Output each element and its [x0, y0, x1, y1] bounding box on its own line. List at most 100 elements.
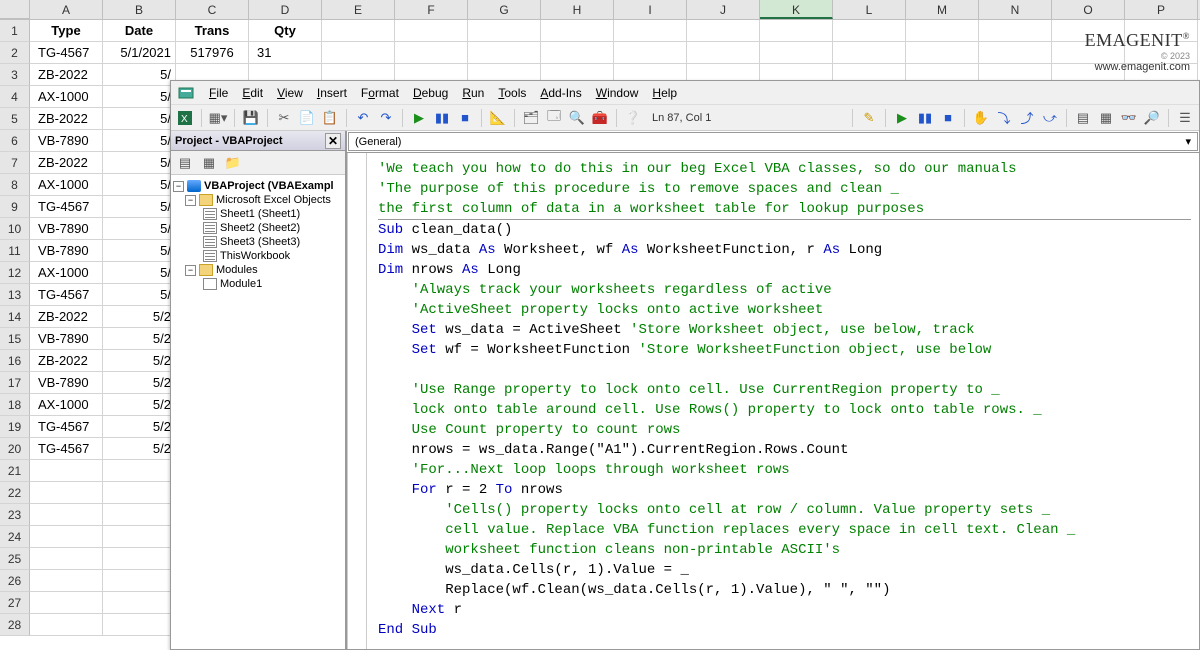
row-header[interactable]: 28 [0, 614, 30, 636]
cell[interactable]: 5/ [103, 262, 176, 284]
row-header[interactable]: 14 [0, 306, 30, 328]
cell[interactable]: ZB-2022 [30, 306, 103, 328]
immediate-icon[interactable]: ▦ [1096, 108, 1116, 128]
cell[interactable]: TG-4567 [30, 196, 103, 218]
column-header[interactable]: N [979, 0, 1052, 19]
break-icon[interactable]: ▮▮ [432, 108, 452, 128]
cell[interactable]: 5/ [103, 240, 176, 262]
menu-help[interactable]: Help [652, 86, 677, 100]
undo-icon[interactable]: ↶ [353, 108, 373, 128]
cell[interactable] [687, 42, 760, 64]
cell[interactable] [30, 482, 103, 504]
view-code-icon[interactable]: ▤ [175, 153, 195, 173]
cell[interactable] [395, 42, 468, 64]
toggle-folders-icon[interactable]: 📁 [223, 153, 243, 173]
step-over-icon[interactable]: ⤴ [1017, 108, 1037, 128]
cell[interactable]: ZB-2022 [30, 152, 103, 174]
debug-stop-icon[interactable]: ■ [938, 108, 958, 128]
cell[interactable]: ZB-2022 [30, 108, 103, 130]
row-header[interactable]: 24 [0, 526, 30, 548]
design-mode-icon[interactable]: 📐 [488, 108, 508, 128]
menu-format[interactable]: Format [361, 86, 399, 100]
cell[interactable]: Type [30, 20, 103, 42]
row-header[interactable]: 16 [0, 350, 30, 372]
cell[interactable] [468, 42, 541, 64]
cell[interactable] [614, 42, 687, 64]
save-icon[interactable]: 💾 [241, 108, 261, 128]
column-header[interactable]: H [541, 0, 614, 19]
menu-insert[interactable]: Insert [317, 86, 347, 100]
debug-pause-icon[interactable]: ▮▮ [915, 108, 935, 128]
cell[interactable]: TG-4567 [30, 42, 103, 64]
row-header[interactable]: 4 [0, 86, 30, 108]
cell[interactable]: 5/ [103, 64, 176, 86]
column-header[interactable]: P [1125, 0, 1198, 19]
watch-icon[interactable]: 👓 [1119, 108, 1139, 128]
cell[interactable]: 5/2 [103, 306, 176, 328]
cell[interactable] [614, 20, 687, 42]
cell[interactable] [30, 570, 103, 592]
column-header[interactable]: K [760, 0, 833, 19]
row-header[interactable]: 12 [0, 262, 30, 284]
cell[interactable] [30, 460, 103, 482]
excel-icon[interactable]: X [175, 108, 195, 128]
row-header[interactable]: 8 [0, 174, 30, 196]
project-explorer-titlebar[interactable]: Project - VBAProject ✕ [171, 131, 345, 151]
row-header[interactable]: 9 [0, 196, 30, 218]
row-header[interactable]: 15 [0, 328, 30, 350]
step-out-icon[interactable]: ⤻ [1040, 108, 1060, 128]
debug-edit-icon[interactable]: ✎ [859, 108, 879, 128]
collapse-icon[interactable]: − [185, 265, 196, 276]
column-header[interactable]: I [614, 0, 687, 19]
cell[interactable] [541, 20, 614, 42]
column-header[interactable]: O [1052, 0, 1125, 19]
cell[interactable] [103, 482, 176, 504]
menu-view[interactable]: View [277, 86, 303, 100]
cell[interactable] [103, 504, 176, 526]
cell[interactable] [395, 20, 468, 42]
cell[interactable] [760, 20, 833, 42]
cell[interactable]: 5/ [103, 108, 176, 130]
cell[interactable] [322, 42, 395, 64]
cell[interactable] [30, 614, 103, 636]
column-header[interactable]: M [906, 0, 979, 19]
view-object-icon[interactable]: ▦ [199, 153, 219, 173]
cell[interactable] [833, 20, 906, 42]
cell[interactable]: AX-1000 [30, 262, 103, 284]
menu-tools[interactable]: Tools [498, 86, 526, 100]
callstack-icon[interactable]: ☰ [1175, 108, 1195, 128]
cell[interactable]: 5/2 [103, 438, 176, 460]
copy-icon[interactable]: 📄 [297, 108, 317, 128]
cell[interactable]: Date [103, 20, 176, 42]
cell[interactable] [103, 526, 176, 548]
tree-module[interactable]: Module1 [220, 278, 262, 290]
insert-dropdown-icon[interactable]: ▦▾ [208, 108, 228, 128]
cell[interactable]: 5/ [103, 284, 176, 306]
cell[interactable] [687, 20, 760, 42]
column-header[interactable]: E [322, 0, 395, 19]
cell[interactable] [906, 42, 979, 64]
cell[interactable] [103, 570, 176, 592]
cell[interactable]: ZB-2022 [30, 350, 103, 372]
cell[interactable] [30, 592, 103, 614]
cell[interactable]: 5/ [103, 196, 176, 218]
cell[interactable]: AX-1000 [30, 174, 103, 196]
project-tree[interactable]: −VBAProject (VBAExampl −Microsoft Excel … [171, 175, 345, 649]
row-header[interactable]: 22 [0, 482, 30, 504]
project-explorer-icon[interactable]: 🗂 [521, 108, 541, 128]
row-header[interactable]: 23 [0, 504, 30, 526]
collapse-icon[interactable]: − [173, 181, 184, 192]
object-dropdown[interactable]: (General)▾ [348, 132, 1198, 151]
debug-run-icon[interactable]: ▶ [892, 108, 912, 128]
cell[interactable]: 5/ [103, 86, 176, 108]
code-editor[interactable]: 'We teach you how to do this in our beg … [347, 153, 1199, 649]
cell[interactable] [468, 20, 541, 42]
paste-icon[interactable]: 📋 [320, 108, 340, 128]
cell[interactable] [103, 592, 176, 614]
cell[interactable] [833, 42, 906, 64]
row-header[interactable]: 10 [0, 218, 30, 240]
row-header[interactable]: 2 [0, 42, 30, 64]
column-header[interactable]: B [103, 0, 176, 19]
row-header[interactable]: 26 [0, 570, 30, 592]
select-all-corner[interactable] [0, 0, 30, 19]
